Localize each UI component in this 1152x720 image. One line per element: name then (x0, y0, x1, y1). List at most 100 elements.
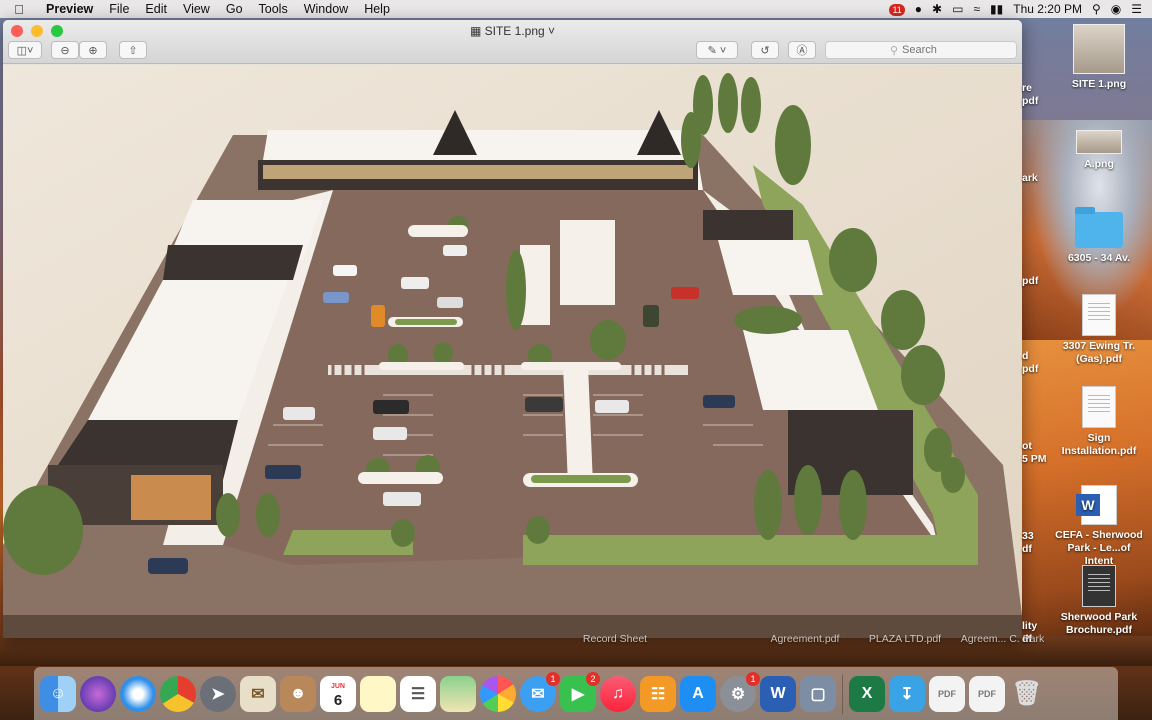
desktop-icon-site1[interactable]: SITE 1.png (1053, 24, 1145, 91)
menu-app-name[interactable]: Preview (38, 2, 101, 16)
reminders-icon[interactable]: ☰ (400, 675, 436, 712)
menu-go[interactable]: Go (218, 2, 251, 16)
pdf-document-icon (1082, 386, 1116, 428)
sidebar-icon: ◫˅ (16, 44, 34, 57)
image-thumbnail-icon (1073, 24, 1125, 74)
spotlight-icon[interactable]: ⚲ (1092, 2, 1101, 16)
zoom-out-icon: ⊖ (60, 44, 70, 57)
menu-edit[interactable]: Edit (137, 2, 175, 16)
zoom-in-button[interactable]: ⊕ (79, 41, 107, 59)
messages-icon[interactable]: ✉ 1 (520, 671, 560, 712)
trash-icon[interactable]: 🗑 (1009, 676, 1045, 712)
pdf-stack-icon[interactable]: PDF (929, 675, 965, 712)
safari-icon[interactable] (120, 675, 156, 712)
partial-label: ark (1022, 172, 1038, 184)
desktop-icon-ewing-pdf[interactable]: 3307 Ewing Tr. (Gas).pdf (1053, 294, 1145, 366)
desktop-icon-label: CEFA - Sherwood Park - Le...of Intent (1055, 529, 1143, 567)
facetime-badge: 2 (586, 671, 600, 686)
share-button[interactable]: ⇧ (119, 41, 147, 59)
books-icon[interactable]: ☷ (640, 675, 676, 712)
chevron-down-icon[interactable]: ˅ (548, 24, 555, 38)
zoom-in-icon: ⊕ (88, 44, 98, 57)
menu-file[interactable]: File (101, 2, 137, 16)
downloads-folder-icon[interactable]: ↧ (889, 675, 925, 712)
wifi-icon[interactable]: ≈ (973, 2, 980, 16)
partial-label: ot 5 PM (1022, 440, 1047, 465)
markup-pen-button[interactable]: ✎ ˅ (696, 41, 738, 59)
sidebar-toggle-button[interactable]: ◫˅ (8, 41, 42, 59)
preview-icon[interactable]: ▢ (800, 675, 836, 712)
partial-label: pdf (1022, 275, 1039, 287)
share-icon: ⇧ (128, 44, 138, 57)
folder-icon (1075, 207, 1123, 248)
desktop-icon-label: Sherwood Park Brochure.pdf (1060, 611, 1138, 636)
desktop-icon-brochure-pdf[interactable]: Sherwood Park Brochure.pdf (1053, 565, 1145, 637)
desktop-icon-label: SITE 1.png (1071, 78, 1127, 90)
search-icon: ⚲ (889, 44, 899, 57)
site-plan-rendering (3, 65, 1022, 638)
music-icon[interactable]: ♫ (600, 675, 636, 712)
search-field[interactable]: ⚲ (825, 41, 1017, 59)
desktop-icon-folder-6305[interactable]: 6305 - 34 Av. (1053, 207, 1145, 265)
image-canvas[interactable] (3, 65, 1022, 638)
desktop-icon-a-png[interactable]: A.png (1053, 130, 1145, 171)
pdf-document-icon (1082, 294, 1116, 336)
launchpad-icon[interactable]: ➤ (200, 675, 236, 712)
document-icon: ▦ (469, 24, 485, 38)
notification-center-icon[interactable]: ☰ (1131, 2, 1142, 16)
preferences-badge: 1 (746, 671, 760, 686)
notification-badge: 11 (889, 4, 905, 16)
markup-icon: Ⓐ (796, 45, 808, 57)
rotate-button[interactable]: ↺ (751, 41, 779, 59)
notification-status-icon[interactable]: 11 (889, 2, 905, 16)
markup-toolbar-button[interactable]: Ⓐ (788, 41, 816, 59)
bluetooth-icon[interactable]: ✱ (932, 2, 942, 16)
preview-window: ▦ SITE 1.png ˅ ◫˅ ⊖ ⊕ ⇧ ✎ ˅ ↺ Ⓐ ⚲ (3, 20, 1022, 638)
word-document-icon (1076, 485, 1117, 525)
excel-icon[interactable]: X (849, 675, 885, 712)
desktop-icon-label: 6305 - 34 Av. (1067, 252, 1131, 264)
siri-icon[interactable] (80, 675, 116, 712)
rotate-icon: ↺ (760, 44, 770, 57)
menu-view[interactable]: View (175, 2, 218, 16)
menu-window[interactable]: Window (296, 2, 356, 16)
user-icon[interactable]: ◉ (1111, 2, 1121, 16)
notes-icon[interactable] (360, 675, 396, 712)
search-input[interactable] (902, 44, 953, 56)
calendar-day: 6 (333, 691, 343, 709)
partial-label: Agreem... C. Park (960, 633, 1045, 645)
desktop-icon-label: A.png (1084, 158, 1114, 170)
app-store-icon[interactable]: A (680, 675, 716, 712)
partial-label: d pdf (1022, 350, 1039, 375)
desktop-icon-label: Sign Installation.pdf (1061, 432, 1137, 457)
notification-bell-icon[interactable]: ● (915, 2, 922, 16)
mail-stamp-icon[interactable]: ✉ (240, 675, 276, 712)
photos-icon[interactable] (480, 675, 516, 712)
word-icon[interactable]: W (760, 675, 796, 712)
desktop-icon-label: 3307 Ewing Tr. (Gas).pdf (1062, 340, 1136, 365)
finder-icon[interactable]: ☺ (40, 675, 76, 712)
system-preferences-icon[interactable]: ⚙ 1 (720, 671, 760, 712)
zoom-out-button[interactable]: ⊖ (51, 41, 79, 59)
maps-icon[interactable] (440, 675, 476, 712)
clock[interactable]: Thu 2:20 PM (1013, 2, 1082, 16)
menu-help[interactable]: Help (356, 2, 398, 16)
menu-tools[interactable]: Tools (251, 2, 296, 16)
dock: ☺ ➤ ✉ ☻ JUN 6 ☰ ✉ 1 ▶ 2 ♫ ☷ A ⚙ 1 W ▢ X ↧ P… (34, 667, 1118, 720)
chrome-icon[interactable] (160, 675, 196, 712)
pen-icon: ✎ ˅ (707, 44, 727, 57)
airplay-icon[interactable]: ▭ (952, 2, 963, 16)
pdf-document-icon (1082, 565, 1116, 607)
partial-label: PLAZA LTD.pdf (868, 633, 942, 645)
calendar-icon[interactable]: JUN 6 (320, 675, 356, 712)
partial-label: Agreement.pdf (770, 633, 840, 645)
pdf-stack-icon[interactable]: PDF (969, 675, 1005, 712)
desktop-icon-cefa-doc[interactable]: CEFA - Sherwood Park - Le...of Intent (1053, 485, 1145, 568)
contacts-icon[interactable]: ☻ (280, 675, 316, 712)
battery-icon[interactable]: ▮▮ (990, 2, 1003, 16)
apple-icon[interactable]:  (0, 2, 38, 17)
facetime-icon[interactable]: ▶ 2 (560, 671, 600, 712)
window-title: ▦ SITE 1.png ˅ (3, 24, 1022, 38)
desktop-icon-sign-pdf[interactable]: Sign Installation.pdf (1053, 386, 1145, 458)
partial-label: re pdf (1022, 82, 1039, 107)
